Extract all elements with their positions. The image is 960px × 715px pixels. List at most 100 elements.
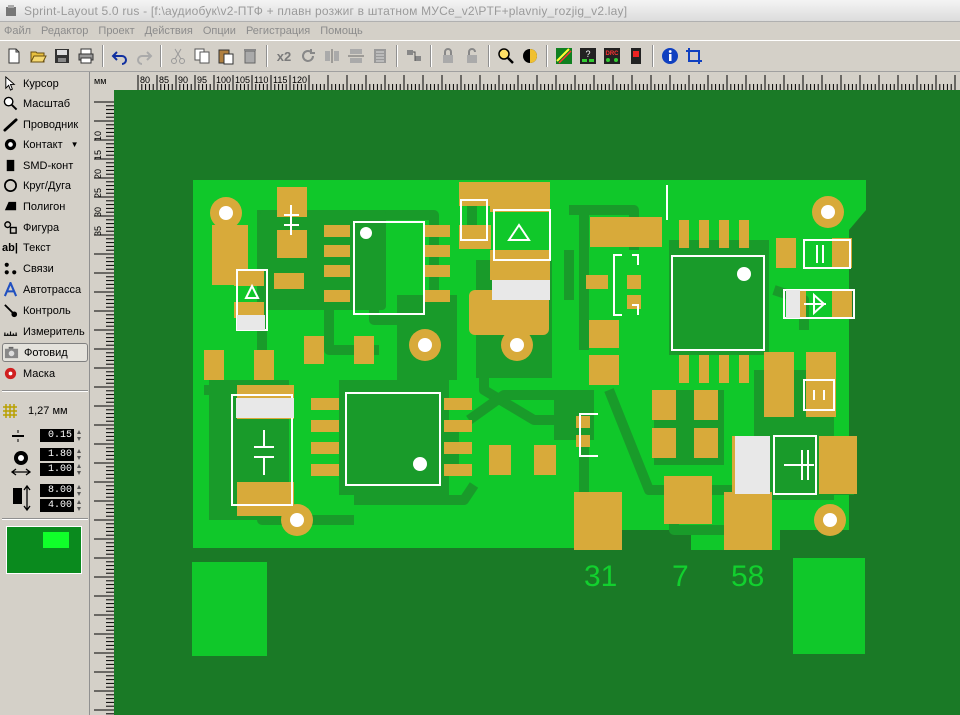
menu-edit[interactable]: Редактор — [41, 25, 88, 37]
ruler-left-label: 15 — [93, 150, 103, 160]
ruler-left-scale: 10 15 20 25 30 35 — [93, 101, 114, 715]
board-icon[interactable] — [625, 45, 647, 67]
test-icon[interactable]: ? — [577, 45, 599, 67]
drc-icon[interactable]: DRC — [601, 45, 623, 67]
pcb-canvas[interactable]: 31 7 58 — [114, 90, 960, 715]
track-width-icon — [12, 430, 24, 442]
cut-icon[interactable] — [167, 45, 189, 67]
print-icon[interactable] — [75, 45, 97, 67]
polygon-icon — [2, 199, 18, 215]
track-width-spinner[interactable] — [76, 429, 82, 442]
mirror-v-icon[interactable] — [345, 45, 367, 67]
autoroute-tool-icon — [2, 282, 18, 298]
tool-shape[interactable]: Фигура — [2, 218, 88, 237]
tool-mask[interactable]: Маска — [2, 364, 88, 383]
tool-zoom[interactable]: Масштаб — [2, 94, 88, 113]
ruler-top-label: 115 — [273, 75, 287, 85]
board-label-58: 58 — [731, 560, 764, 593]
pad-inner-field[interactable]: 1.00 — [40, 463, 74, 476]
tool-connections[interactable]: Связи — [2, 259, 88, 278]
crop-icon[interactable] — [683, 45, 705, 67]
tool-test-label: Контроль — [23, 304, 71, 317]
new-icon[interactable] — [3, 45, 25, 67]
tool-text[interactable]: ab| Текст — [2, 238, 88, 257]
toolbar-separator — [160, 45, 162, 67]
tool-mask-label: Маска — [23, 367, 56, 380]
ruler-top-label: 100 — [216, 75, 231, 85]
tool-pad-label: Контакт — [23, 138, 63, 151]
tool-photoview[interactable]: Фотовид — [2, 343, 88, 362]
delete-icon[interactable] — [239, 45, 261, 67]
menu-help[interactable]: Помощь — [320, 25, 363, 37]
tool-track[interactable]: Проводник — [2, 115, 88, 134]
smd-width-spinner[interactable] — [76, 484, 82, 497]
dropdown-arrow-icon[interactable]: ▼ — [71, 140, 79, 149]
pad-inner-spinner[interactable] — [76, 463, 82, 476]
tool-measure[interactable]: Измеритель — [2, 322, 88, 341]
smd-width-field[interactable]: 8.00 — [40, 484, 74, 497]
grid-value: 1,27 мм — [28, 405, 68, 417]
autoroute-icon[interactable] — [553, 45, 575, 67]
app-window: Sprint-Layout 5.0 rus - [f:\аудиобук\v2-… — [0, 0, 960, 715]
tool-polygon[interactable]: Полигон — [2, 197, 88, 216]
mirror-h-icon[interactable] — [321, 45, 343, 67]
paste-icon[interactable] — [215, 45, 237, 67]
menu-actions[interactable]: Действия — [145, 25, 193, 37]
toolbar-separator — [396, 45, 398, 67]
tool-autoroute[interactable]: Автотрасса — [2, 280, 88, 299]
copy-icon[interactable] — [191, 45, 213, 67]
track-icon — [2, 117, 18, 133]
lock-icon[interactable] — [437, 45, 459, 67]
ruler-top-label: 95 — [197, 75, 207, 85]
zoom-x2-icon[interactable]: x2 — [273, 45, 295, 67]
app-icon — [6, 4, 16, 16]
tool-smd-pad-label: SMD-конт — [23, 159, 74, 172]
tool-pad[interactable]: Контакт ▼ — [2, 135, 88, 154]
ruler-left[interactable]: 10 15 20 25 30 35 — [90, 90, 114, 715]
grid-selector[interactable]: 1,27 мм — [2, 402, 88, 420]
group-icon[interactable] — [403, 45, 425, 67]
open-icon[interactable] — [27, 45, 49, 67]
tool-test[interactable]: Контроль — [2, 301, 88, 320]
smd-height-spinner[interactable] — [76, 499, 82, 512]
panel-divider — [2, 390, 88, 392]
ruler-top[interactable]: мм 80 85 90 95 100 105 110 115 120 — [90, 72, 960, 90]
tool-cursor-label: Курсор — [23, 77, 59, 90]
menu-project[interactable]: Проект — [98, 25, 134, 37]
menu-file[interactable]: Файл — [4, 25, 31, 37]
ruler-top-label: 110 — [254, 75, 268, 85]
photoview-icon — [3, 345, 19, 361]
align-icon[interactable] — [369, 45, 391, 67]
ruler-left-label: 20 — [93, 169, 103, 179]
circle-icon — [2, 178, 18, 194]
tool-measure-label: Измеритель — [23, 325, 85, 338]
magnifier-icon[interactable] — [495, 45, 517, 67]
undo-icon[interactable] — [109, 45, 131, 67]
tool-cursor[interactable]: Курсор — [2, 74, 88, 93]
tool-text-label: Текст — [23, 241, 51, 254]
redo-icon[interactable] — [133, 45, 155, 67]
ruler-top-label: 105 — [235, 75, 250, 85]
smd-size-icon — [13, 484, 31, 512]
toolbar-separator — [488, 45, 490, 67]
save-icon[interactable] — [51, 45, 73, 67]
menu-registration[interactable]: Регистрация — [246, 25, 310, 37]
ruler-top-label: 80 — [140, 75, 150, 85]
main-toolbar: x2 ? DRC — [0, 40, 960, 72]
rotate-icon[interactable] — [297, 45, 319, 67]
ruler-top-label: 85 — [159, 75, 169, 85]
color-icon[interactable] — [519, 45, 541, 67]
tool-smd-pad[interactable]: SMD-конт — [2, 156, 88, 175]
track-width-field[interactable]: 0.15 — [40, 429, 74, 442]
tool-track-label: Проводник — [23, 118, 79, 131]
layer-preview[interactable] — [6, 526, 82, 574]
menu-options[interactable]: Опции — [203, 25, 236, 37]
toolbar-separator — [546, 45, 548, 67]
pad-outer-field[interactable]: 1.80 — [40, 448, 74, 461]
pad-outer-spinner[interactable] — [76, 448, 82, 461]
info-icon[interactable] — [659, 45, 681, 67]
unlock-icon[interactable] — [461, 45, 483, 67]
tool-circle[interactable]: Круг/Дуга — [2, 176, 88, 195]
smd-height-field[interactable]: 4.00 — [40, 499, 74, 512]
menu-bar: Файл Редактор Проект Действия Опции Реги… — [0, 22, 960, 40]
